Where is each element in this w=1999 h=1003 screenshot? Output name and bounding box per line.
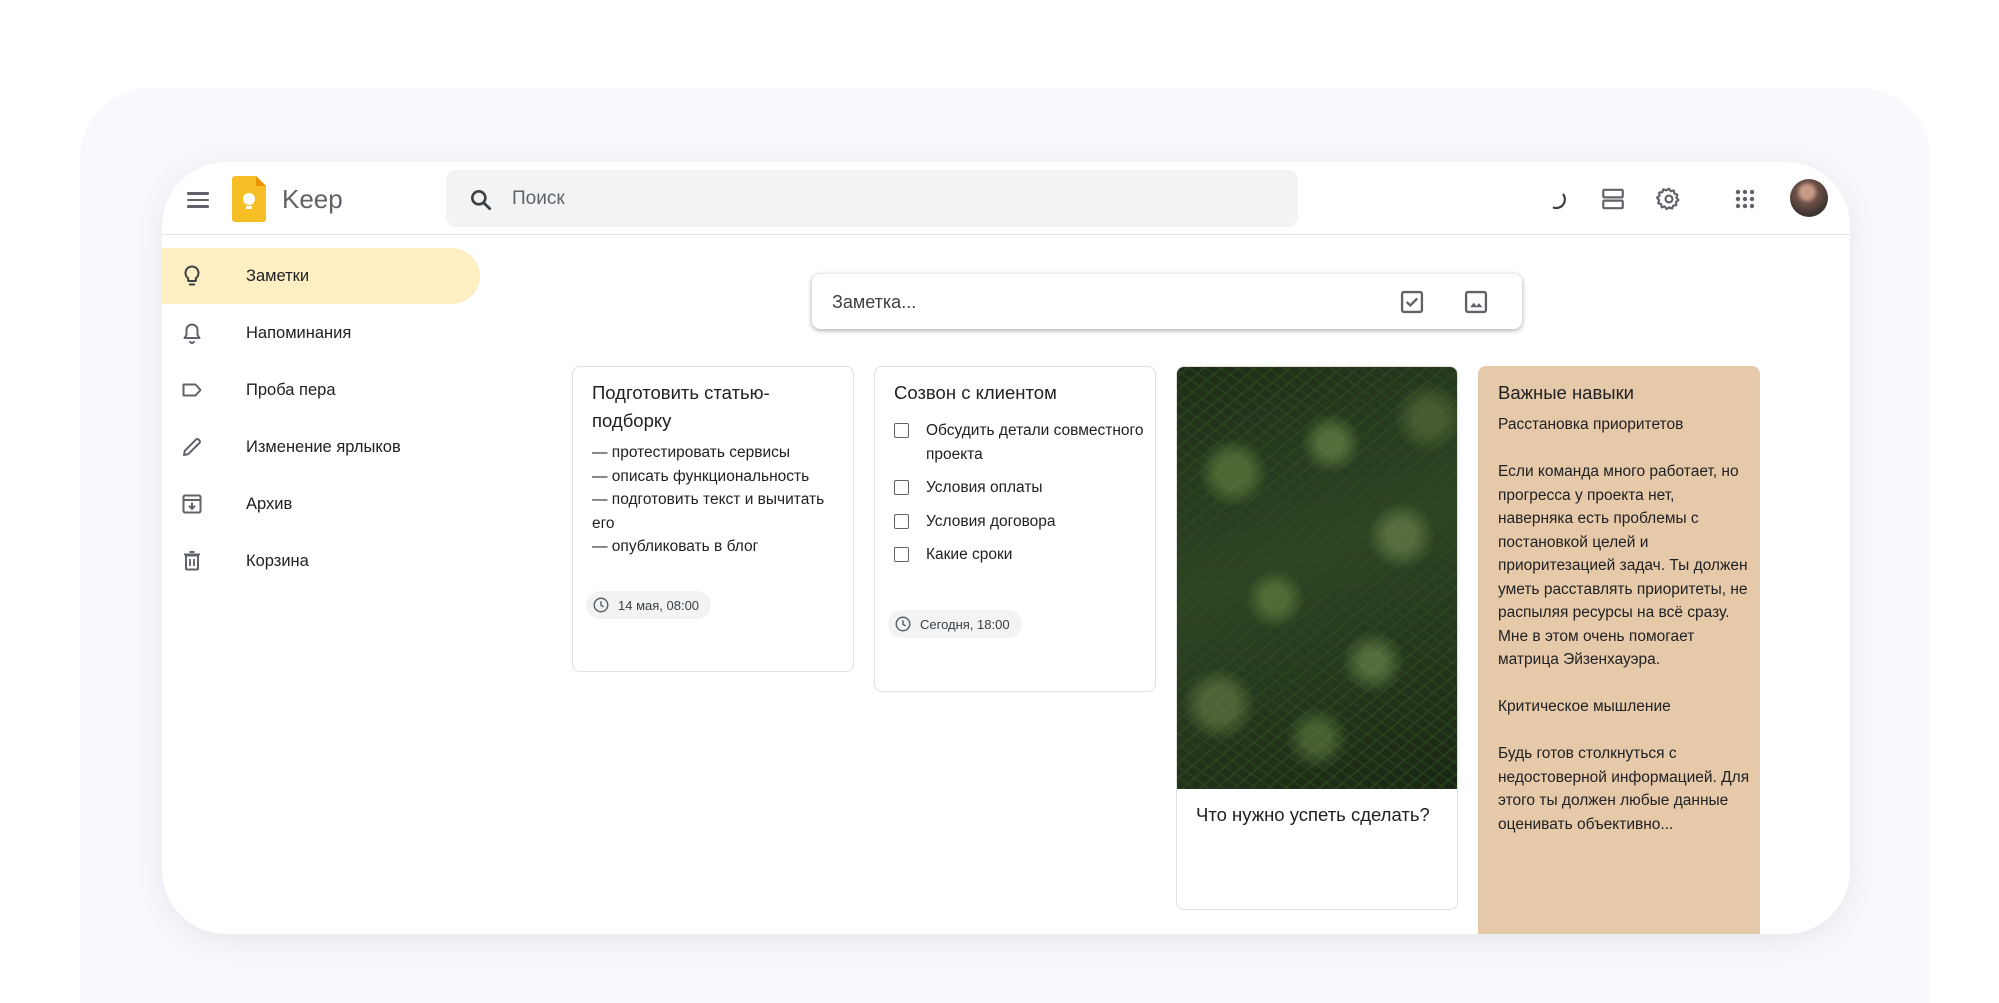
search-icon[interactable] [468, 187, 494, 213]
pine-branches-photo [1177, 367, 1457, 789]
clock-icon [895, 616, 911, 632]
clock-icon [593, 597, 609, 613]
note-title: Что нужно успеть сделать? [1196, 804, 1430, 825]
note-card[interactable]: Подготовить статью-подборку — протестиро… [572, 366, 854, 672]
bell-icon [183, 323, 201, 344]
sidebar-item-label: Проба пера [246, 380, 336, 399]
sidebar-item-label-draft[interactable]: Проба пера [162, 362, 480, 418]
app-name: Keep [282, 184, 343, 214]
note-card[interactable]: Созвон с клиентом Обсудить детали совмес… [874, 366, 1156, 692]
new-list-checkbox-icon[interactable] [1398, 288, 1426, 316]
checkbox[interactable] [894, 513, 909, 529]
sidebar-item-notes[interactable]: Заметки [162, 248, 480, 304]
archive-icon [182, 494, 202, 514]
reminder-chip[interactable]: 14 мая, 08:00 [586, 591, 712, 619]
note-body: — протестировать сервисы — описать функц… [592, 444, 825, 555]
list-view-icon[interactable] [1594, 180, 1632, 218]
apps-grid-icon[interactable] [1726, 180, 1764, 218]
settings-gear-icon[interactable] [1650, 180, 1688, 218]
take-note-placeholder: Заметка... [832, 292, 917, 312]
checklist-item: Какие сроки [894, 543, 1144, 567]
new-note-with-image-icon[interactable] [1462, 288, 1490, 316]
label-icon [182, 383, 202, 397]
sidebar-item-label: Заметки [246, 266, 310, 285]
note-title: Важные навыки [1498, 382, 1635, 403]
checklist-item-text: Условия договора [926, 512, 1056, 530]
note-card[interactable]: Важные навыки Расстановка приоритетов Ес… [1478, 366, 1760, 934]
checkbox[interactable] [894, 547, 909, 562]
note-title: Подготовить статью-подборку [592, 382, 770, 431]
checklist-item: Обсудить детали совместного проекта [894, 419, 1144, 466]
sidebar-item-trash[interactable]: Корзина [162, 533, 480, 589]
pencil-icon [183, 438, 201, 456]
checklist-item: Условия оплаты [894, 476, 1144, 500]
user-avatar[interactable] [1790, 179, 1828, 217]
sidebar-item-archive[interactable]: Архив [162, 476, 480, 532]
take-note-bar[interactable]: Заметка... [812, 274, 1522, 329]
main-menu-icon[interactable] [178, 180, 218, 220]
checklist-item-text: Условия оплаты [926, 479, 1043, 496]
keep-window: Keep Поиск Заметки Напоминания Проба пер… [162, 162, 1850, 934]
reminder-text: 14 мая, 08:00 [618, 597, 700, 613]
checkbox[interactable] [894, 423, 909, 438]
search-input[interactable] [512, 170, 1272, 227]
note-title: Созвон с клиентом [894, 382, 1057, 403]
keep-logo-icon [232, 176, 266, 222]
checkbox[interactable] [894, 480, 909, 495]
sidebar-item-label: Напоминания [246, 323, 352, 342]
search-bar [446, 170, 1298, 227]
sidebar-item-edit-labels[interactable]: Изменение ярлыков [162, 419, 480, 475]
trash-icon [184, 551, 200, 571]
top-bar: Keep [162, 162, 1850, 235]
checklist-item-text: Обсудить детали совместного проекта [926, 422, 1144, 463]
reminder-text: Сегодня, 18:00 [920, 616, 1010, 632]
sidebar-item-label: Изменение ярлыков [246, 437, 401, 456]
lightbulb-icon [184, 265, 200, 286]
sidebar-item-label: Корзина [246, 551, 309, 570]
checklist-item-text: Какие сроки [926, 546, 1013, 563]
checklist-item: Условия договора [894, 510, 1144, 534]
sidebar: Заметки Напоминания Проба пера Изменение… [162, 248, 492, 590]
checklist: Обсудить детали совместного проекта Усло… [894, 419, 1144, 567]
note-card[interactable]: Что нужно успеть сделать? [1176, 366, 1458, 910]
sidebar-item-label: Архив [246, 494, 293, 513]
reminder-chip[interactable]: Сегодня, 18:00 [888, 610, 1022, 638]
sidebar-item-reminders[interactable]: Напоминания [162, 305, 480, 361]
refresh-icon[interactable] [1538, 180, 1576, 218]
note-body: Расстановка приоритетов Если команда мно… [1498, 416, 1750, 833]
